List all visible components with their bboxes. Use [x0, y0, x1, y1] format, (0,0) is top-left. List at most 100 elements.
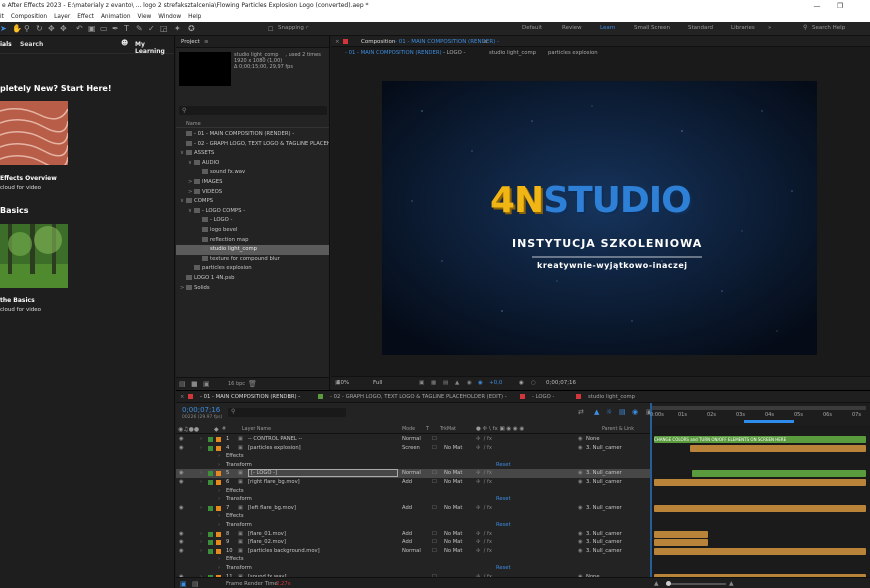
tab-tutorials[interactable]: ials	[0, 41, 12, 48]
viewer-timecode[interactable]: 0;00;07;16	[546, 380, 576, 386]
toggle-switches-icon[interactable]: ▣	[180, 580, 187, 588]
timeline-tab-logo[interactable]: - LOGO -	[532, 394, 554, 400]
layer-trkmat[interactable]: No Mat	[444, 469, 462, 478]
layer-row[interactable]: ◉ › 7 ▣ [left flare_bg.mov] Add ☐ No Mat ✢ / fx ◉…	[176, 504, 650, 513]
toggle-modes-icon[interactable]: ▤	[192, 580, 199, 588]
layer-switches-icon[interactable]: ✢ / fx	[476, 547, 492, 556]
expand-arrow-icon[interactable]: ›	[200, 504, 202, 513]
label-color[interactable]	[216, 480, 221, 485]
rotate-tool-icon[interactable]: ↶	[76, 24, 83, 34]
workspace-standard[interactable]: Standard	[688, 25, 713, 31]
label-icon[interactable]: ◆	[214, 426, 219, 433]
exposure-value[interactable]: +0,0	[489, 380, 502, 386]
column-header-name[interactable]: Name	[176, 120, 329, 128]
layer-parent[interactable]: 3. Null_camer	[586, 547, 622, 556]
label-color[interactable]	[216, 445, 221, 451]
layer-tracks[interactable]: CHANGE COLORS and TURN ON/OFF ELEMENTS O…	[650, 425, 870, 577]
label-color[interactable]	[216, 471, 221, 477]
label-color-green[interactable]	[208, 548, 213, 554]
panel-menu-icon[interactable]: ≡	[483, 39, 488, 45]
layer-name[interactable]: [right flare_bg.mov]	[248, 478, 300, 487]
expand-arrow-icon[interactable]: ›	[218, 521, 220, 530]
layer-mode[interactable]: Add	[402, 504, 412, 513]
menu-item-help[interactable]: Help	[188, 14, 201, 20]
av-switches-icon[interactable]: ◉♫●●	[178, 426, 199, 433]
layer-name[interactable]: [particles explosion]	[248, 444, 301, 453]
project-tab[interactable]: Project	[181, 39, 200, 45]
layer-switches-icon[interactable]: ✢ / fx	[476, 530, 492, 539]
project-item[interactable]: > Solids	[176, 284, 329, 294]
preserve-transparency-icon[interactable]: ☐	[432, 469, 437, 478]
pickwhip-icon[interactable]: ◉	[578, 547, 583, 556]
pickwhip-icon[interactable]: ◉	[578, 469, 583, 478]
layer-switches-icon[interactable]: ✢ / fx	[476, 435, 492, 444]
layer-switches-icon[interactable]: ✢ / fx	[476, 469, 492, 478]
expand-arrow-icon[interactable]: ›	[200, 547, 202, 556]
region-of-interest-icon[interactable]: ▣	[419, 380, 424, 386]
preserve-transparency-icon[interactable]: ☐	[432, 530, 437, 539]
preserve-transparency-icon[interactable]: ☐	[432, 538, 437, 547]
layer-switches-icon[interactable]: ✢ / fx	[476, 444, 492, 453]
project-item[interactable]: reflection map	[176, 236, 329, 246]
breadcrumb-studio-light[interactable]: studio light_comp	[489, 50, 536, 56]
3d-view-icon[interactable]: ▲	[455, 380, 459, 386]
menu-item-effect[interactable]: Effect	[77, 14, 94, 20]
pickwhip-icon[interactable]: ◉	[578, 538, 583, 547]
layer-row[interactable]: ◉ › 6 ▣ [right flare_bg.mov] Add ☐ No Mat ✢ / fx…	[176, 478, 650, 487]
project-item[interactable]: - 01 - MAIN COMPOSITION (RENDER) -	[176, 130, 329, 140]
preserve-transparency-icon[interactable]: ☐	[432, 444, 437, 453]
preserve-transparency-icon[interactable]: ☐	[432, 478, 437, 487]
new-comp-icon[interactable]: ▣	[203, 380, 210, 388]
zoom-dropdown[interactable]: 50%	[337, 380, 349, 386]
project-item[interactable]: > IMAGES	[176, 178, 329, 188]
workspace-libraries[interactable]: Libraries	[731, 25, 755, 31]
workspace-more[interactable]: »	[768, 25, 771, 31]
label-color-green[interactable]	[208, 531, 213, 537]
shy-layers-icon[interactable]: ☼	[606, 408, 612, 416]
layer-property-row[interactable]: › Effects	[176, 487, 650, 496]
user-icon[interactable]: ☻	[121, 39, 128, 47]
layer-property-row[interactable]: › Effects	[176, 555, 650, 564]
layer-parent[interactable]: 3. Null_camer	[586, 530, 622, 539]
my-learning-link[interactable]: My Learning	[135, 41, 174, 55]
layer-mode[interactable]: Add	[402, 538, 412, 547]
layer-mode[interactable]: Normal	[402, 435, 421, 444]
layer-trkmat[interactable]: No Mat	[444, 504, 462, 513]
show-snapshot-icon[interactable]: ○	[531, 380, 536, 386]
column-parent[interactable]: Parent & Link	[602, 427, 634, 432]
visibility-icon[interactable]: ◉	[179, 530, 184, 539]
move-tool-icon[interactable]: ✥	[48, 24, 55, 34]
layer-parent[interactable]: 3. Null_camer	[586, 469, 622, 478]
visibility-icon[interactable]: ◉	[179, 547, 184, 556]
layer-property-row[interactable]: › Transform Reset	[176, 564, 650, 573]
resolution-dropdown[interactable]: Full	[373, 380, 382, 386]
workspace-default[interactable]: Default	[522, 25, 542, 31]
label-color[interactable]	[216, 437, 221, 442]
menu-item-animation[interactable]: Animation	[101, 14, 131, 20]
project-item[interactable]: particles explosion	[176, 264, 329, 274]
layer-parent[interactable]: 3. Null_camer	[586, 504, 622, 513]
expand-arrow-icon[interactable]: ›	[200, 538, 202, 547]
pickwhip-icon[interactable]: ◉	[578, 530, 583, 539]
label-color-green[interactable]	[208, 505, 213, 511]
menu-item-edit[interactable]: it	[0, 14, 4, 20]
menu-item-view[interactable]: View	[138, 14, 152, 20]
layer-property-row[interactable]: › Transform Reset	[176, 521, 650, 530]
column-trkmat[interactable]: TrkMat	[440, 427, 456, 432]
timeline-tab-main[interactable]: - 01 - MAIN COMPOSITION (RENDER) -	[200, 394, 300, 400]
label-color[interactable]	[216, 548, 221, 554]
project-item[interactable]: - LOGO -	[176, 216, 329, 226]
preserve-transparency-icon[interactable]: ☐	[432, 504, 437, 513]
layer-switches-icon[interactable]: ✢ / fx	[476, 504, 492, 513]
workspace-review[interactable]: Review	[562, 25, 582, 31]
composition-viewer[interactable]: 4NSTUDIO INSTYTUCJA SZKOLENIOWA kreatywn…	[382, 81, 817, 355]
zoom-tool-icon[interactable]: ⚲	[24, 24, 30, 34]
menu-item-layer[interactable]: Layer	[54, 14, 70, 20]
project-item[interactable]: ∨ COMPS	[176, 197, 329, 207]
layer-duration-bar[interactable]	[692, 470, 866, 478]
transparency-grid-icon[interactable]: ▦	[431, 380, 436, 386]
interpret-footage-icon[interactable]: ▤	[179, 380, 186, 388]
eraser-tool-icon[interactable]: ◲	[160, 24, 168, 34]
label-color[interactable]	[216, 531, 221, 537]
zoom-slider[interactable]	[666, 581, 726, 586]
